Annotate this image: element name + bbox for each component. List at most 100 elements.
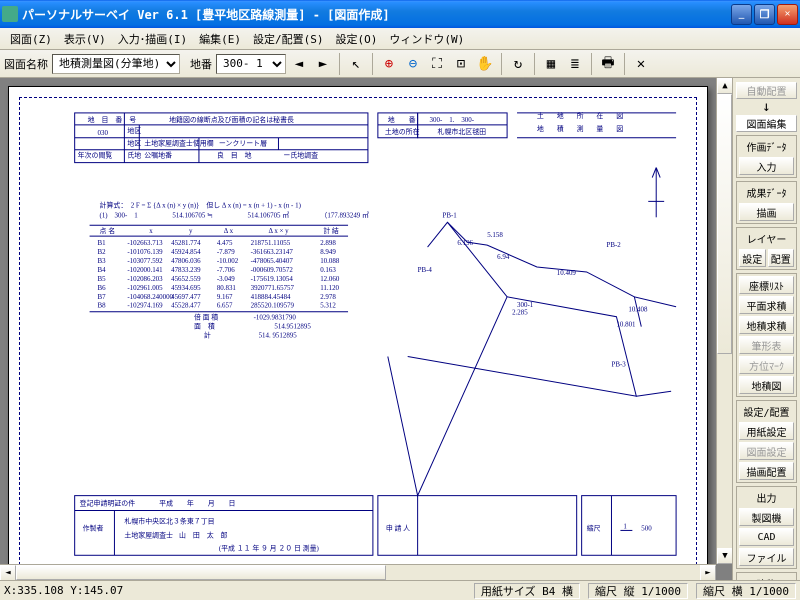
svg-text:B3: B3 bbox=[98, 257, 107, 265]
svg-text:倍 面 積: 倍 面 積 bbox=[194, 313, 218, 322]
svg-text:3920771.65757: 3920771.65757 bbox=[251, 284, 295, 292]
layer-set-button[interactable]: 設定 bbox=[739, 249, 766, 267]
file-button[interactable]: ファイル bbox=[739, 548, 794, 566]
menu-settings[interactable]: 設定(O) bbox=[330, 29, 384, 49]
menu-zumen[interactable]: 図面(Z) bbox=[4, 29, 58, 49]
v-scrollbar[interactable]: ▲ ▼ bbox=[716, 78, 732, 564]
svg-text:0.163: 0.163 bbox=[320, 266, 336, 274]
svg-text:-102961.005: -102961.005 bbox=[127, 284, 163, 292]
survey-plot: PB-1 PB-2 PB-3 PB-4 300-1 5.158 6.196 6.… bbox=[388, 168, 676, 496]
menu-view[interactable]: 表示(V) bbox=[58, 29, 112, 49]
cadastral-button[interactable]: 地積図 bbox=[739, 376, 794, 394]
svg-text:4.475: 4.475 bbox=[217, 239, 233, 247]
menu-layout[interactable]: 設定/配置(S) bbox=[247, 29, 330, 49]
svg-text:良 目 地: 良 目 地 bbox=[217, 151, 252, 160]
auto-layout-button[interactable]: 自動配置 bbox=[736, 82, 797, 99]
svg-text:点 名: 点 名 bbox=[100, 226, 116, 235]
edit-drawing-button[interactable]: 図面編集 bbox=[736, 115, 797, 132]
output-label: 出力 bbox=[739, 489, 794, 506]
svg-text:-102000.141: -102000.141 bbox=[127, 266, 163, 274]
plane-area-button[interactable]: 平面求積 bbox=[739, 296, 794, 314]
hdr-parcel-label: 地 目 番 号 bbox=[88, 115, 137, 124]
pan-icon[interactable]: ✋ bbox=[474, 53, 496, 75]
svg-text:5.158: 5.158 bbox=[487, 231, 503, 239]
shape-table-button[interactable]: 筆形表 bbox=[739, 336, 794, 354]
svg-text:Δ x: Δ x bbox=[224, 227, 234, 235]
h-thumb[interactable] bbox=[16, 565, 386, 580]
svg-text:47833.239: 47833.239 bbox=[171, 266, 201, 274]
scroll-right-icon[interactable]: ► bbox=[700, 565, 716, 580]
svg-text:-478065.40407: -478065.40407 bbox=[251, 257, 294, 265]
svg-text:-7.706: -7.706 bbox=[217, 266, 235, 274]
svg-text:y: y bbox=[189, 227, 193, 235]
zoom-in-icon[interactable]: ⊕ bbox=[378, 53, 400, 75]
svg-text:300-1: 300-1 bbox=[517, 301, 534, 309]
refresh-icon[interactable]: ↻ bbox=[507, 53, 529, 75]
sakuzu-input-button[interactable]: 入力 bbox=[739, 157, 794, 175]
close-button[interactable]: × bbox=[777, 4, 798, 25]
print-icon[interactable]: 🖶 bbox=[597, 53, 619, 75]
menubar: 図面(Z) 表示(V) 入力･描画(I) 編集(E) 設定/配置(S) 設定(O… bbox=[0, 28, 800, 50]
zoom-out-icon[interactable]: ⊖ bbox=[402, 53, 424, 75]
svg-text:札幌市中央区北３条東７丁目: 札幌市中央区北３条東７丁目 bbox=[124, 516, 214, 525]
layer-place-button[interactable]: 配置 bbox=[768, 249, 795, 267]
h-scrollbar[interactable]: ◄ ► bbox=[0, 564, 716, 580]
layers-icon[interactable]: ≣ bbox=[564, 53, 586, 75]
seika-draw-button[interactable]: 描画 bbox=[739, 203, 794, 221]
svg-text:45924.854: 45924.854 bbox=[171, 248, 201, 256]
pointer-tool[interactable]: ↖ bbox=[345, 53, 367, 75]
statusbar: X:335.108 Y:145.07 用紙サイズ B4 横 縮尺 縦 1/100… bbox=[0, 580, 800, 600]
compass-button[interactable]: 方位ﾏｰｸ bbox=[739, 356, 794, 374]
svg-text:-175619.13054: -175619.13054 bbox=[251, 275, 294, 283]
svg-text:218751.11055: 218751.11055 bbox=[251, 239, 291, 247]
paper-set-button[interactable]: 用紙設定 bbox=[739, 422, 794, 440]
paper: 地 目 番 号 地籍図の線断点及び面積の記名は秘書長 030 地区 地区 土地家… bbox=[8, 86, 708, 580]
v-thumb[interactable] bbox=[717, 94, 732, 354]
scroll-down-icon[interactable]: ▼ bbox=[717, 548, 732, 564]
menu-input[interactable]: 入力･描画(I) bbox=[112, 29, 193, 49]
svg-text:(平成 １１ 年 ９ 月 ２０ 日 測量): (平成 １１ 年 ９ 月 ２０ 日 測量) bbox=[219, 543, 319, 552]
zoom-rect-icon[interactable]: ⛶ bbox=[426, 53, 448, 75]
svg-text:514. 9512895: 514. 9512895 bbox=[259, 332, 298, 340]
sakuzu-label: 作画ﾃﾞｰﾀ bbox=[739, 138, 794, 155]
svg-text:作製者: 作製者 bbox=[83, 523, 104, 532]
svg-text:45281.774: 45281.774 bbox=[171, 239, 201, 247]
canvas-area[interactable]: 地 目 番 号 地籍図の線断点及び面積の記名は秘書長 030 地区 地区 土地家… bbox=[0, 78, 732, 580]
grid-icon[interactable]: ▦ bbox=[540, 53, 562, 75]
svg-text:-103077.592: -103077.592 bbox=[127, 257, 163, 265]
svg-text:土 地 所 在 図: 土 地 所 在 図 bbox=[537, 111, 626, 120]
cad-button[interactable]: CAD bbox=[739, 528, 794, 546]
prev-button[interactable]: ◄ bbox=[288, 53, 310, 75]
drawing-svg: 地 目 番 号 地籍図の線断点及び面積の記名は秘書長 030 地区 地区 土地家… bbox=[20, 98, 696, 580]
svg-text:x: x bbox=[149, 227, 153, 235]
drawing-set-button[interactable]: 図面設定 bbox=[739, 442, 794, 460]
maximize-button[interactable]: ❐ bbox=[754, 4, 775, 25]
land-area-button[interactable]: 地積求積 bbox=[739, 316, 794, 334]
menu-edit[interactable]: 編集(E) bbox=[193, 29, 247, 49]
drawing-name-combo[interactable]: 地積測量図(分筆地) bbox=[52, 54, 180, 74]
zoom-fit-icon[interactable]: ⊡ bbox=[450, 53, 472, 75]
delete-icon[interactable]: ✕ bbox=[630, 53, 652, 75]
next-button[interactable]: ► bbox=[312, 53, 334, 75]
svg-text:地区: 地区 bbox=[127, 126, 141, 135]
svg-text:PB-1: PB-1 bbox=[442, 211, 457, 219]
minimize-button[interactable]: _ bbox=[731, 4, 752, 25]
svg-text:10.408: 10.408 bbox=[628, 306, 648, 314]
scroll-up-icon[interactable]: ▲ bbox=[717, 78, 732, 94]
plotter-button[interactable]: 製図機 bbox=[739, 508, 794, 526]
svg-text:地 積 測 量 図: 地 積 測 量 図 bbox=[537, 124, 626, 133]
svg-text:地区: 地区 bbox=[127, 139, 141, 148]
titlebar: パーソナルサーベイ Ver 6.1 [豊平地区路線測量] - [図面作成] _ … bbox=[0, 0, 800, 28]
svg-text:-1029.9831790: -1029.9831790 bbox=[254, 314, 297, 322]
svg-text:-3.049: -3.049 bbox=[217, 275, 235, 283]
svg-text:-104068.240000: -104068.240000 bbox=[127, 293, 173, 301]
menu-window[interactable]: ウィンドウ(W) bbox=[383, 29, 470, 49]
svg-text:土地の所在: 土地の所在 bbox=[385, 127, 420, 136]
coord-list-button[interactable]: 座標ﾘｽﾄ bbox=[739, 276, 794, 294]
parcel-combo[interactable]: 300- 1 bbox=[216, 54, 286, 74]
svg-text:500: 500 bbox=[641, 524, 652, 532]
scroll-left-icon[interactable]: ◄ bbox=[0, 565, 16, 580]
svg-text:-102086.203: -102086.203 bbox=[127, 275, 163, 283]
draw-layout-button[interactable]: 描画配置 bbox=[739, 462, 794, 480]
svg-text:-102974.169: -102974.169 bbox=[127, 302, 163, 310]
